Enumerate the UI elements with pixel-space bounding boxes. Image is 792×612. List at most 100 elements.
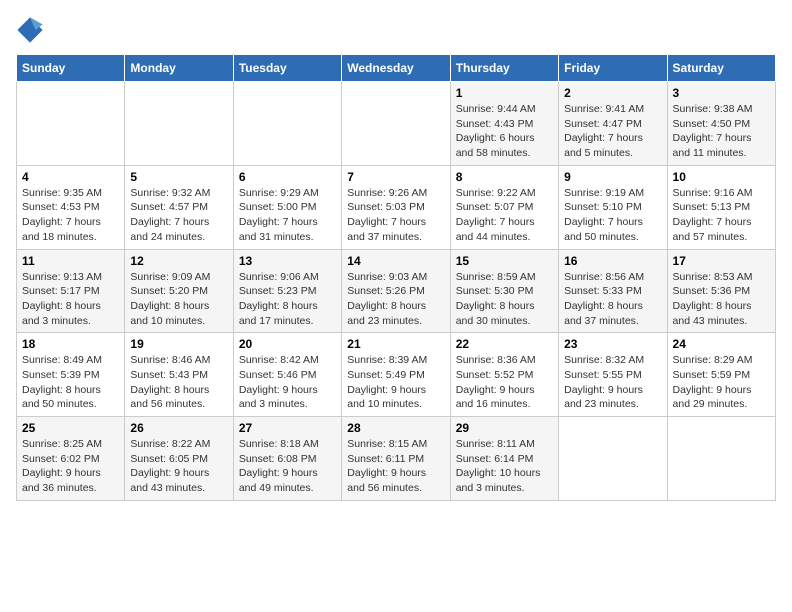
day-number: 3	[673, 86, 770, 100]
calendar-cell: 17Sunrise: 8:53 AM Sunset: 5:36 PM Dayli…	[667, 249, 775, 333]
calendar-cell: 27 Sunrise: 8:18 AM Sunset: 6:08 PM Dayli…	[233, 417, 341, 501]
calendar-cell: 10Sunrise: 9:16 AM Sunset: 5:13 PM Dayli…	[667, 165, 775, 249]
day-number: 1	[456, 86, 553, 100]
day-number: 17	[673, 254, 770, 268]
calendar-header-row: SundayMondayTuesdayWednesdayThursdayFrid…	[17, 55, 776, 82]
day-info: Sunrise: 9:41 AM Sunset: 4:47 PM Dayligh…	[564, 102, 661, 161]
day-info: Sunrise: 8:11 AM Sunset: 6:14 PM Dayligh…	[456, 437, 553, 496]
day-info: Sunrise: 9:16 AM Sunset: 5:13 PM Dayligh…	[673, 186, 770, 245]
calendar-cell	[559, 417, 667, 501]
day-info: Sunrise: 9:06 AM Sunset: 5:23 PM Dayligh…	[239, 270, 336, 329]
header	[16, 16, 776, 44]
calendar-cell: 1 Sunrise: 9:44 AM Sunset: 4:43 PM Daylig…	[450, 82, 558, 166]
day-info: Sunrise: 8:59 AM Sunset: 5:30 PM Dayligh…	[456, 270, 553, 329]
day-info: Sunrise: 8:39 AM Sunset: 5:49 PM Dayligh…	[347, 353, 444, 412]
day-info: Sunrise: 8:36 AM Sunset: 5:52 PM Dayligh…	[456, 353, 553, 412]
calendar-cell: 11 Sunrise: 9:13 AM Sunset: 5:17 PM Dayli…	[17, 249, 125, 333]
day-info: Sunrise: 8:32 AM Sunset: 5:55 PM Dayligh…	[564, 353, 661, 412]
calendar-cell: 16 Sunrise: 8:56 AM Sunset: 5:33 PM Dayli…	[559, 249, 667, 333]
day-number: 16	[564, 254, 661, 268]
calendar-cell: 23 Sunrise: 8:32 AM Sunset: 5:55 PM Dayli…	[559, 333, 667, 417]
calendar-cell: 7 Sunrise: 9:26 AM Sunset: 5:03 PM Daylig…	[342, 165, 450, 249]
calendar-cell: 2 Sunrise: 9:41 AM Sunset: 4:47 PM Daylig…	[559, 82, 667, 166]
day-number: 2	[564, 86, 661, 100]
day-of-week-header: Wednesday	[342, 55, 450, 82]
calendar-cell: 18 Sunrise: 8:49 AM Sunset: 5:39 PM Dayli…	[17, 333, 125, 417]
calendar-cell: 19 Sunrise: 8:46 AM Sunset: 5:43 PM Dayli…	[125, 333, 233, 417]
day-number: 13	[239, 254, 336, 268]
day-info: Sunrise: 9:19 AM Sunset: 5:10 PM Dayligh…	[564, 186, 661, 245]
calendar-cell: 20 Sunrise: 8:42 AM Sunset: 5:46 PM Dayli…	[233, 333, 341, 417]
calendar-cell	[233, 82, 341, 166]
day-of-week-header: Monday	[125, 55, 233, 82]
day-number: 6	[239, 170, 336, 184]
day-of-week-header: Saturday	[667, 55, 775, 82]
calendar-cell: 13 Sunrise: 9:06 AM Sunset: 5:23 PM Dayli…	[233, 249, 341, 333]
calendar-cell: 22 Sunrise: 8:36 AM Sunset: 5:52 PM Dayli…	[450, 333, 558, 417]
day-number: 28	[347, 421, 444, 435]
day-number: 9	[564, 170, 661, 184]
day-number: 27	[239, 421, 336, 435]
calendar-cell: 25 Sunrise: 8:25 AM Sunset: 6:02 PM Dayli…	[17, 417, 125, 501]
day-info: Sunrise: 9:03 AM Sunset: 5:26 PM Dayligh…	[347, 270, 444, 329]
calendar-cell: 9 Sunrise: 9:19 AM Sunset: 5:10 PM Daylig…	[559, 165, 667, 249]
calendar-week-row: 1 Sunrise: 9:44 AM Sunset: 4:43 PM Daylig…	[17, 82, 776, 166]
calendar-week-row: 11 Sunrise: 9:13 AM Sunset: 5:17 PM Dayli…	[17, 249, 776, 333]
calendar-cell: 5 Sunrise: 9:32 AM Sunset: 4:57 PM Daylig…	[125, 165, 233, 249]
day-number: 23	[564, 337, 661, 351]
calendar-cell: 14Sunrise: 9:03 AM Sunset: 5:26 PM Dayli…	[342, 249, 450, 333]
day-of-week-header: Tuesday	[233, 55, 341, 82]
day-number: 20	[239, 337, 336, 351]
calendar-week-row: 18 Sunrise: 8:49 AM Sunset: 5:39 PM Dayli…	[17, 333, 776, 417]
day-number: 29	[456, 421, 553, 435]
day-number: 26	[130, 421, 227, 435]
day-number: 15	[456, 254, 553, 268]
day-info: Sunrise: 8:56 AM Sunset: 5:33 PM Dayligh…	[564, 270, 661, 329]
day-info: Sunrise: 9:44 AM Sunset: 4:43 PM Dayligh…	[456, 102, 553, 161]
day-number: 25	[22, 421, 119, 435]
logo-icon	[16, 16, 44, 44]
day-info: Sunrise: 9:29 AM Sunset: 5:00 PM Dayligh…	[239, 186, 336, 245]
calendar-cell	[667, 417, 775, 501]
calendar-cell	[17, 82, 125, 166]
day-info: Sunrise: 8:46 AM Sunset: 5:43 PM Dayligh…	[130, 353, 227, 412]
day-info: Sunrise: 9:09 AM Sunset: 5:20 PM Dayligh…	[130, 270, 227, 329]
day-number: 24	[673, 337, 770, 351]
day-number: 22	[456, 337, 553, 351]
day-number: 4	[22, 170, 119, 184]
day-number: 18	[22, 337, 119, 351]
day-info: Sunrise: 8:49 AM Sunset: 5:39 PM Dayligh…	[22, 353, 119, 412]
day-info: Sunrise: 8:42 AM Sunset: 5:46 PM Dayligh…	[239, 353, 336, 412]
day-info: Sunrise: 9:32 AM Sunset: 4:57 PM Dayligh…	[130, 186, 227, 245]
day-number: 12	[130, 254, 227, 268]
day-info: Sunrise: 8:18 AM Sunset: 6:08 PM Dayligh…	[239, 437, 336, 496]
calendar-cell	[342, 82, 450, 166]
day-info: Sunrise: 9:22 AM Sunset: 5:07 PM Dayligh…	[456, 186, 553, 245]
day-info: Sunrise: 8:15 AM Sunset: 6:11 PM Dayligh…	[347, 437, 444, 496]
calendar-cell: 28 Sunrise: 8:15 AM Sunset: 6:11 PM Dayli…	[342, 417, 450, 501]
day-number: 5	[130, 170, 227, 184]
day-info: Sunrise: 9:13 AM Sunset: 5:17 PM Dayligh…	[22, 270, 119, 329]
calendar-cell: 15 Sunrise: 8:59 AM Sunset: 5:30 PM Dayli…	[450, 249, 558, 333]
calendar-cell	[125, 82, 233, 166]
day-of-week-header: Friday	[559, 55, 667, 82]
calendar-cell: 29 Sunrise: 8:11 AM Sunset: 6:14 PM Dayli…	[450, 417, 558, 501]
day-info: Sunrise: 8:29 AM Sunset: 5:59 PM Dayligh…	[673, 353, 770, 412]
calendar-cell: 8 Sunrise: 9:22 AM Sunset: 5:07 PM Daylig…	[450, 165, 558, 249]
calendar-cell: 21 Sunrise: 8:39 AM Sunset: 5:49 PM Dayli…	[342, 333, 450, 417]
day-of-week-header: Sunday	[17, 55, 125, 82]
day-number: 8	[456, 170, 553, 184]
day-number: 19	[130, 337, 227, 351]
calendar-cell: 3Sunrise: 9:38 AM Sunset: 4:50 PM Daylig…	[667, 82, 775, 166]
day-number: 11	[22, 254, 119, 268]
day-number: 7	[347, 170, 444, 184]
calendar-week-row: 4 Sunrise: 9:35 AM Sunset: 4:53 PM Daylig…	[17, 165, 776, 249]
calendar-cell: 26Sunrise: 8:22 AM Sunset: 6:05 PM Dayli…	[125, 417, 233, 501]
day-info: Sunrise: 9:26 AM Sunset: 5:03 PM Dayligh…	[347, 186, 444, 245]
calendar-cell: 4 Sunrise: 9:35 AM Sunset: 4:53 PM Daylig…	[17, 165, 125, 249]
calendar-cell: 24 Sunrise: 8:29 AM Sunset: 5:59 PM Dayli…	[667, 333, 775, 417]
day-number: 21	[347, 337, 444, 351]
day-info: Sunrise: 9:35 AM Sunset: 4:53 PM Dayligh…	[22, 186, 119, 245]
logo	[16, 16, 48, 44]
day-info: Sunrise: 8:25 AM Sunset: 6:02 PM Dayligh…	[22, 437, 119, 496]
